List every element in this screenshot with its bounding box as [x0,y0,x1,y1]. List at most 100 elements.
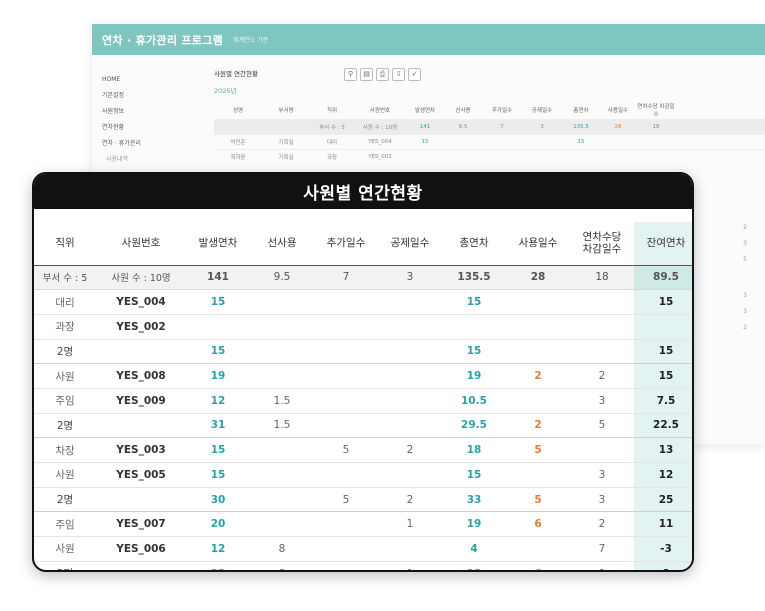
col-accrued-cell: 32 [186,561,250,570]
nav-item-leave-management[interactable]: 연차 · 휴가관리 [102,136,202,152]
col-used-cell: 2 [506,413,570,439]
print-icon[interactable]: ⎙ [376,68,389,81]
col-deducted-cell [378,462,442,488]
col-accrued-cell: 141 [186,265,250,291]
table-header-row: 직위 사원번호 발생연차 선사용 추가일수 공제일수 총연차 사용일수 연차수당 차감일수 잔여연… [34,222,692,266]
col-total-cell: 15 [442,289,506,315]
col-payout-deduction-cell: 9 [570,561,634,570]
col-remaining-cell: 15 [634,289,692,315]
table-row[interactable]: 주임 YES_007 20 1 19 6 2 11 [34,511,692,538]
col-added-cell [314,289,378,315]
nav-item-employees[interactable]: 사원정보 [102,104,202,120]
col-employee-id-cell [96,413,186,439]
col-payout-deduction-cell: 18 [570,265,634,291]
col-accrued-header: 발생연차 [186,222,250,266]
col-position-cell: 주임 [34,388,96,414]
bg-col-header: 총연차 [573,108,589,114]
bg-cell: 대리 [326,140,338,146]
bg-col-header: 공제일수 [531,108,553,114]
col-advance-cell: 8 [250,536,314,562]
col-accrued-cell: 19 [186,363,250,389]
col-remaining-cell: -3 [634,536,692,562]
col-payout-deduction-header: 연차수당 차감일수 [570,222,634,266]
col-employee-id-cell: YES_004 [96,289,186,315]
col-position-cell: 차장 [34,437,96,463]
col-employee-id-cell: YES_009 [96,388,186,414]
nav-item-leave-status[interactable]: 연차현황 [102,120,202,136]
col-remaining-cell: 22.5 [634,413,692,439]
col-advance-cell: 1.5 [250,388,314,414]
col-position-cell: 2명 [34,339,96,365]
col-deducted-cell: 3 [378,265,442,291]
table-row[interactable]: 사원 YES_006 12 8 4 7 -3 [34,536,692,562]
bg-cell: 7 [500,124,504,130]
bg-col-header: 직위 [326,108,338,114]
col-employee-id-cell: YES_002 [96,314,186,340]
subtotal-row: 2명 30 5 2 33 5 3 25 [34,487,692,513]
col-used-cell [506,314,570,340]
col-position-cell: 대리 [34,289,96,315]
col-added-cell [314,314,378,340]
col-employee-id-cell: 사원 수 : 10명 [96,265,186,291]
col-employee-id-cell [96,339,186,365]
bg-right-value: 2 [743,324,747,331]
bg-cell: 곽민준 [230,140,246,146]
bg-table-row[interactable]: 최하윤 기획실 과장 YES_002 [214,149,765,164]
col-position-cell: 사원 [34,536,96,562]
col-used-cell: 6 [506,561,570,570]
col-total-cell: 10.5 [442,388,506,414]
col-total-cell: 135.5 [442,265,506,291]
bg-col-header: 추가일수 [491,108,513,114]
table-row[interactable]: 과장 YES_002 [34,314,692,340]
search-icon[interactable]: ⚲ [344,68,357,81]
col-payout-deduction-cell [570,437,634,463]
col-position-header: 직위 [34,222,96,266]
download-icon[interactable]: ⇩ [392,68,405,81]
check-icon[interactable]: ✓ [408,68,421,81]
table-row[interactable]: 사원 YES_005 15 15 3 12 [34,462,692,488]
col-added-cell [314,388,378,414]
col-added-cell [314,339,378,365]
modal-title: 사원별 연간현황 [34,174,692,209]
bg-cell: 3 [540,124,544,130]
table-row[interactable]: 주임 YES_009 12 1.5 10.5 3 7.5 [34,388,692,414]
col-payout-deduction-cell: 3 [570,388,634,414]
col-advance-cell [250,511,314,538]
col-deducted-cell [378,363,442,389]
col-remaining-cell: 13 [634,437,692,463]
col-used-header: 사용일수 [506,222,570,266]
col-position-cell: 부서 수 : 5 [34,265,96,291]
col-total-header: 총연차 [442,222,506,266]
year-label: 2025년 [214,87,237,95]
col-deducted-cell: 2 [378,437,442,463]
bg-right-value: 5 [743,256,747,263]
nav-item-home[interactable]: HOME [102,72,202,88]
col-position-cell: 사원 [34,462,96,488]
table-row[interactable]: 대리 YES_004 15 15 15 [34,289,692,315]
col-payout-deduction-cell: 2 [570,511,634,538]
col-deducted-cell [378,536,442,562]
col-remaining-cell: 8 [634,561,692,570]
bg-table-row[interactable]: 곽민준 기획실 대리 YES_004 15 15 [214,134,765,149]
col-used-cell [506,289,570,315]
nav-item-usage-history[interactable]: 사용내역 [102,152,202,168]
col-advance-cell: 1.5 [250,413,314,439]
col-used-cell: 2 [506,363,570,389]
col-deducted-cell: 2 [378,487,442,513]
col-advance-cell [250,437,314,463]
bg-cell: 부서 수 : 5 [319,125,345,131]
col-added-cell [314,561,378,570]
nav-item-settings[interactable]: 기본설정 [102,88,202,104]
col-advance-cell: 9.5 [250,265,314,291]
col-accrued-cell: 15 [186,437,250,463]
col-used-cell: 28 [506,265,570,291]
col-added-cell [314,511,378,538]
col-remaining-cell: 89.5 [634,265,692,291]
bg-cell: 15 [577,139,585,145]
col-total-cell: 15 [442,462,506,488]
print-preview-icon[interactable]: ▤ [360,68,373,81]
table-row[interactable]: 사원 YES_008 19 19 2 2 15 [34,363,692,389]
col-accrued-cell: 15 [186,289,250,315]
table-row[interactable]: 차장 YES_003 15 5 2 18 5 13 [34,437,692,463]
col-deducted-cell [378,289,442,315]
